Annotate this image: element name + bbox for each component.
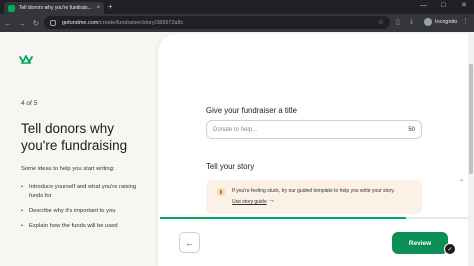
incognito-icon (424, 18, 432, 26)
story-field-label: Tell your story (206, 162, 255, 171)
tip-text: If you're feeling stuck, try our guided … (232, 188, 395, 194)
gofundme-favicon-icon (8, 4, 15, 12)
bullet-icon: • (21, 208, 24, 214)
list-item: • Explain how the funds will be used (21, 223, 118, 229)
incognito-indicator[interactable]: Incognito (424, 18, 457, 26)
ideas-list: • Introduce yourself and what you're rais… (21, 183, 151, 237)
tab-title: Tell donors why you're fundrais... (19, 5, 92, 11)
minimize-button[interactable]: — (420, 1, 427, 11)
bookmark-star-icon[interactable]: ☆ (378, 18, 384, 26)
forward-nav-icon[interactable]: → (16, 19, 28, 28)
progress-bar-fill (160, 217, 406, 219)
progress-bar-track (406, 217, 468, 219)
story-guide-link[interactable]: Use story guide (232, 199, 267, 205)
browser-tab[interactable]: Tell donors why you're fundrais... × (4, 2, 104, 14)
list-item: • Introduce yourself and what you're rais… (21, 184, 137, 199)
arrow-left-icon: ← (185, 237, 194, 248)
list-item: • Describe why it's important to you (21, 208, 116, 214)
page-title: Tell donors why you're fundraising (21, 121, 128, 153)
lightbulb-icon (217, 188, 225, 196)
scrollbar[interactable] (468, 34, 474, 266)
address-bar[interactable]: gofundme.com/create/fundraiser/story/389… (44, 16, 390, 29)
tab-close-icon[interactable]: × (96, 5, 100, 11)
close-window-button[interactable]: ✕ (461, 1, 467, 11)
side-panel-icon[interactable]: ▯ (396, 18, 400, 26)
back-nav-icon[interactable]: ← (2, 19, 14, 28)
maximize-button[interactable]: □ (441, 1, 445, 11)
browser-tab-strip: Tell donors why you're fundrais... × + —… (0, 0, 474, 14)
bullet-icon: • (21, 184, 24, 190)
arrow-right-icon[interactable]: → (268, 197, 275, 204)
download-icon[interactable]: ⤓ (410, 18, 413, 26)
title-field-label: Give your fundraiser a title (206, 106, 298, 115)
bullet-icon: • (21, 223, 24, 229)
mouse-cursor-icon: ⌄ (459, 177, 465, 183)
story-tip-banner: If you're feeling stuck, try our guided … (206, 180, 422, 214)
char-count: 50 (408, 126, 415, 133)
url-text: gofundme.com/create/fundraiser/story/389… (62, 19, 184, 26)
back-button[interactable]: ← (179, 232, 200, 253)
ideas-intro: Some ideas to help you start writing: (21, 166, 115, 172)
title-placeholder: Donate to help... (213, 126, 258, 133)
scrollbar-thumb[interactable] (469, 64, 473, 174)
help-chat-icon[interactable]: ✓ (444, 243, 456, 255)
site-info-icon[interactable] (50, 19, 56, 26)
step-indicator: 4 of 5 (21, 100, 38, 107)
review-button[interactable]: Review (392, 232, 448, 254)
browser-menu-icon[interactable]: ⋮ (462, 17, 469, 25)
gofundme-logo-icon[interactable] (19, 54, 33, 64)
browser-toolbar: ← → ↻ gofundme.com/create/fundraiser/sto… (0, 14, 474, 32)
reload-icon[interactable]: ↻ (30, 19, 42, 28)
new-tab-button[interactable]: + (108, 2, 113, 12)
title-input[interactable]: Donate to help... 50 (206, 120, 422, 139)
incognito-label: Incognito (435, 19, 458, 25)
